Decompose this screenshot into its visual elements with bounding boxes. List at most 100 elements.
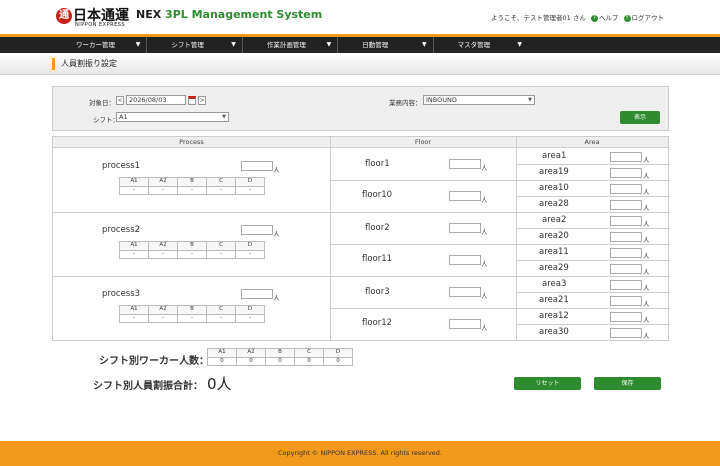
display-button[interactable]: 表示 <box>620 111 660 124</box>
calendar-icon[interactable] <box>188 95 196 105</box>
shift-select-value: A1 <box>119 113 128 121</box>
area-headcount-input[interactable] <box>610 184 642 194</box>
shift-select[interactable]: A1 ▼ <box>116 112 229 122</box>
process-headcount-input[interactable] <box>241 161 273 171</box>
process-name: process2 <box>102 225 141 235</box>
unit-label: 人 <box>643 188 650 196</box>
main-nav-bar: ワーカー管理 ▼ シフト管理 ▼ 作業計画管理 ▼ 日動管理 ▼ マスタ管理 ▼ <box>0 37 720 53</box>
area-name: area2 <box>542 215 567 225</box>
area-headcount-input[interactable] <box>610 328 642 338</box>
nav-worker-management[interactable]: ワーカー管理 ▼ <box>52 37 148 53</box>
floor-name: floor1 <box>365 159 390 169</box>
date-input[interactable]: 2026/08/03 <box>126 95 186 105</box>
chevron-down-icon: ▼ <box>135 41 141 48</box>
column-divider <box>516 137 517 340</box>
save-button[interactable]: 保存 <box>594 377 661 390</box>
area-name: area21 <box>539 295 569 305</box>
total-allocation-value: 0人 <box>207 375 232 393</box>
area-headcount-input[interactable] <box>610 312 642 322</box>
unit-label: 人 <box>481 164 488 172</box>
row-divider <box>516 228 668 229</box>
reset-button[interactable]: リセット <box>514 377 581 390</box>
help-icon[interactable]: ? <box>590 14 598 22</box>
help-link[interactable]: ヘルプ <box>599 14 619 22</box>
logout-icon[interactable]: ↑ <box>623 14 631 22</box>
row-divider <box>516 196 668 197</box>
unit-label: 人 <box>643 220 650 228</box>
process-shift-table: A1 A2 B C D ----- <box>119 177 265 195</box>
app-title-sub: 3PL Management System <box>165 8 323 21</box>
work-type-label: 業務内容： <box>389 99 422 107</box>
process-column-header: Process <box>53 137 330 148</box>
area-name: area12 <box>539 311 569 321</box>
area-headcount-input[interactable] <box>610 264 642 274</box>
row-divider <box>330 308 668 309</box>
unit-label: 人 <box>643 204 650 212</box>
unit-label: 人 <box>643 252 650 260</box>
unit-label: 人 <box>643 316 650 324</box>
area-name: area11 <box>539 247 569 257</box>
chevron-down-icon: ▼ <box>222 114 226 120</box>
unit-label: 人 <box>273 294 280 302</box>
next-date-button[interactable]: > <box>198 95 206 105</box>
floor-headcount-input[interactable] <box>449 255 481 265</box>
floor-name: floor12 <box>362 318 393 328</box>
unit-label: 人 <box>643 172 650 180</box>
chevron-down-icon: ▼ <box>422 41 427 48</box>
logout-link[interactable]: ログアウト <box>632 14 665 22</box>
unit-label: 人 <box>643 300 650 308</box>
page-heading-bar: 人員割振り設定 <box>0 53 720 75</box>
process-headcount-input[interactable] <box>241 225 273 235</box>
app-title-main: NEX <box>136 8 162 21</box>
unit-label: 人 <box>481 292 488 300</box>
area-headcount-input[interactable] <box>610 200 642 210</box>
column-divider <box>330 137 331 340</box>
page-title: 人員割振り設定 <box>52 58 117 70</box>
nav-daily-management[interactable]: 日動管理 ▼ <box>338 37 434 53</box>
unit-label: 人 <box>273 230 280 238</box>
area-headcount-input[interactable] <box>610 216 642 226</box>
process-headcount-input[interactable] <box>241 289 273 299</box>
row-divider <box>53 212 668 213</box>
area-headcount-input[interactable] <box>610 296 642 306</box>
floor-headcount-input[interactable] <box>449 159 481 169</box>
floor-headcount-input[interactable] <box>449 223 481 233</box>
area-headcount-input[interactable] <box>610 152 642 162</box>
area-headcount-input[interactable] <box>610 248 642 258</box>
floor-name: floor2 <box>365 223 390 233</box>
area-name: area1 <box>542 151 567 161</box>
welcome-text: ようこそ、テスト管理者01 さん <box>491 14 586 22</box>
date-picker: < 2026/08/03 > <box>116 95 206 105</box>
top-header: 通 日本通運 NIPPON EXPRESS NEX 3PL Management… <box>0 0 720 34</box>
floor-headcount-input[interactable] <box>449 287 481 297</box>
floor-headcount-input[interactable] <box>449 319 481 329</box>
work-type-select[interactable]: INBOUND ▼ <box>423 95 535 105</box>
user-welcome: ようこそ、テスト管理者01 さん ? ヘルプ ↑ ログアウト <box>491 12 664 22</box>
allocation-grid: Process Floor Area process1 人 A1 A2 B C D --… <box>52 136 669 341</box>
chevron-down-icon: ▼ <box>231 41 236 48</box>
chevron-down-icon: ▼ <box>517 41 523 48</box>
area-headcount-input[interactable] <box>610 168 642 178</box>
nav-master-management[interactable]: マスタ管理 ▼ <box>434 37 528 53</box>
unit-label: 人 <box>481 196 488 204</box>
area-column-header: Area <box>516 137 668 148</box>
area-headcount-input[interactable] <box>610 280 642 290</box>
nav-shift-management[interactable]: シフト管理 ▼ <box>147 37 243 53</box>
floor-headcount-input[interactable] <box>449 191 481 201</box>
work-type-select-value: INBOUND <box>426 96 457 104</box>
area-name: area3 <box>542 279 567 289</box>
workers-by-shift-table: A1 A2 B C D 00000 <box>207 348 353 366</box>
prev-date-button[interactable]: < <box>116 95 124 105</box>
unit-label: 人 <box>643 284 650 292</box>
row-divider <box>516 324 668 325</box>
unit-label: 人 <box>481 260 488 268</box>
nav-work-plan-management[interactable]: 作業計画管理 ▼ <box>243 37 339 53</box>
area-headcount-input[interactable] <box>610 232 642 242</box>
unit-label: 人 <box>643 236 650 244</box>
row-divider <box>516 292 668 293</box>
area-name: area29 <box>539 263 569 273</box>
unit-label: 人 <box>273 166 280 174</box>
floor-name: floor10 <box>362 190 393 200</box>
chevron-down-icon: ▼ <box>326 41 332 48</box>
row-divider <box>516 260 668 261</box>
